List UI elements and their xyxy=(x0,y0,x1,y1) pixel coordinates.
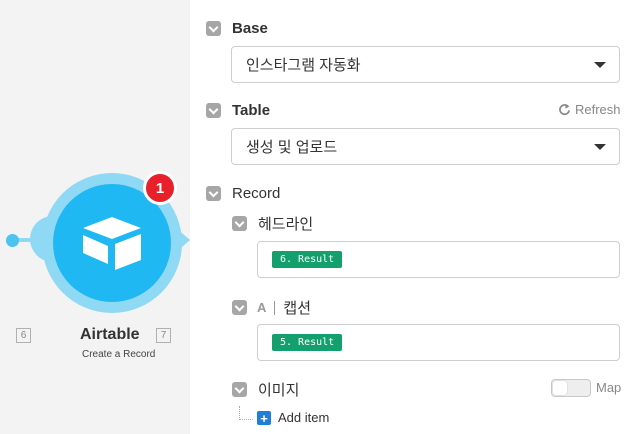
collapse-chevron-icon[interactable] xyxy=(206,21,221,36)
mapped-value-pill[interactable]: 5. Result xyxy=(272,334,343,351)
divider xyxy=(274,300,276,315)
collapse-chevron-icon[interactable] xyxy=(232,216,247,231)
add-item-button[interactable]: Add item xyxy=(278,410,329,425)
map-label: Map xyxy=(596,380,622,395)
record-label: Record xyxy=(232,185,281,202)
dropdown-caret-icon xyxy=(594,144,606,150)
next-module-index: 7 xyxy=(156,328,171,343)
scenario-canvas[interactable]: 1 6 Airtable 7 Create a Record xyxy=(0,0,190,434)
headline-field-header[interactable]: 헤드라인 xyxy=(232,213,313,234)
connection-dot[interactable] xyxy=(6,234,19,247)
headline-input[interactable]: 6. Result xyxy=(257,241,620,278)
table-label: Table xyxy=(232,102,271,119)
toggle-knob xyxy=(553,381,567,395)
caption-label: 캡션 xyxy=(283,300,311,317)
collapse-chevron-icon[interactable] xyxy=(206,103,221,118)
headline-label: 헤드라인 xyxy=(258,216,314,233)
map-toggle[interactable] xyxy=(551,379,591,397)
module-title: Airtable xyxy=(80,326,140,343)
base-select[interactable]: 인스타그램 자동화 xyxy=(231,46,620,83)
record-section-header[interactable]: Record xyxy=(206,185,280,202)
refresh-icon xyxy=(559,103,570,116)
refresh-label: Refresh xyxy=(575,102,621,117)
module-settings-panel: Base 인스타그램 자동화 Table Refresh 생성 및 업로드 Re… xyxy=(190,0,636,434)
module-subtitle: Create a Record xyxy=(82,349,156,360)
mapped-value-pill[interactable]: 6. Result xyxy=(272,251,343,268)
table-select[interactable]: 생성 및 업로드 xyxy=(231,128,620,165)
tree-connector xyxy=(239,406,253,420)
connection-line xyxy=(16,238,38,242)
module-output-connector[interactable] xyxy=(176,228,190,252)
image-label: 이미지 xyxy=(258,382,300,399)
plus-icon[interactable]: + xyxy=(257,411,271,425)
base-select-value: 인스타그램 자동화 xyxy=(246,57,361,74)
collapse-chevron-icon[interactable] xyxy=(232,300,247,315)
collapse-chevron-icon[interactable] xyxy=(206,186,221,201)
error-count-badge[interactable]: 1 xyxy=(143,171,177,205)
table-section-header[interactable]: Table xyxy=(206,102,270,119)
table-select-value: 생성 및 업로드 xyxy=(246,139,338,156)
collapse-chevron-icon[interactable] xyxy=(232,382,247,397)
caption-field-header[interactable]: A 캡션 xyxy=(232,297,311,318)
dropdown-caret-icon xyxy=(594,62,606,68)
caption-input[interactable]: 5. Result xyxy=(257,324,620,361)
base-section-header[interactable]: Base xyxy=(206,20,268,37)
airtable-icon xyxy=(83,217,141,270)
refresh-button[interactable]: Refresh xyxy=(558,102,621,117)
prev-module-index: 6 xyxy=(16,328,31,343)
image-field-header[interactable]: 이미지 xyxy=(232,379,299,400)
text-type-icon: A xyxy=(257,300,267,315)
base-label: Base xyxy=(232,20,268,37)
